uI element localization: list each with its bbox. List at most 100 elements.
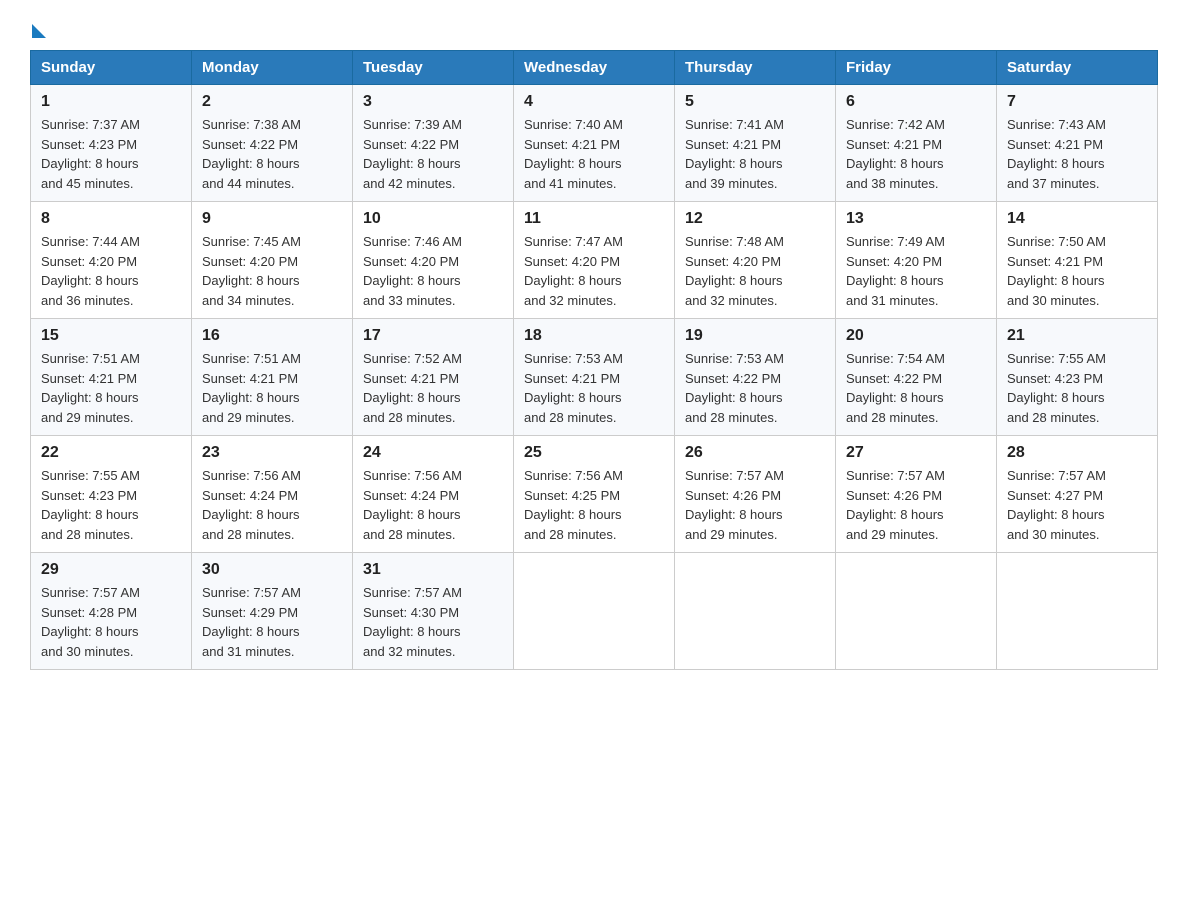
day-info: Sunrise: 7:45 AMSunset: 4:20 PMDaylight:… xyxy=(202,232,342,310)
day-info: Sunrise: 7:50 AMSunset: 4:21 PMDaylight:… xyxy=(1007,232,1147,310)
calendar-table: SundayMondayTuesdayWednesdayThursdayFrid… xyxy=(30,50,1158,670)
day-info: Sunrise: 7:51 AMSunset: 4:21 PMDaylight:… xyxy=(202,349,342,427)
calendar-cell: 5 Sunrise: 7:41 AMSunset: 4:21 PMDaylight… xyxy=(675,85,836,202)
calendar-cell xyxy=(514,553,675,670)
day-number: 15 xyxy=(41,327,181,345)
calendar-cell xyxy=(675,553,836,670)
day-number: 30 xyxy=(202,561,342,579)
day-info: Sunrise: 7:49 AMSunset: 4:20 PMDaylight:… xyxy=(846,232,986,310)
calendar-cell: 20Sunrise: 7:54 AMSunset: 4:22 PMDayligh… xyxy=(836,319,997,436)
day-number: 13 xyxy=(846,210,986,228)
day-info: Sunrise: 7:52 AMSunset: 4:21 PMDaylight:… xyxy=(363,349,503,427)
day-number: 8 xyxy=(41,210,181,228)
day-info: Sunrise: 7:47 AMSunset: 4:20 PMDaylight:… xyxy=(524,232,664,310)
day-number: 2 xyxy=(202,93,342,111)
day-number: 1 xyxy=(41,93,181,111)
calendar-cell: 17 Sunrise: 7:52 AMSunset: 4:21 PMDayligh… xyxy=(353,319,514,436)
calendar-cell: 4Sunrise: 7:40 AMSunset: 4:21 PMDaylight… xyxy=(514,85,675,202)
calendar-cell: 15 Sunrise: 7:51 AMSunset: 4:21 PMDayligh… xyxy=(31,319,192,436)
header-monday: Monday xyxy=(192,51,353,85)
day-info: Sunrise: 7:56 AMSunset: 4:24 PMDaylight:… xyxy=(363,466,503,544)
calendar-cell: 6 Sunrise: 7:42 AMSunset: 4:21 PMDaylight… xyxy=(836,85,997,202)
day-number: 26 xyxy=(685,444,825,462)
logo-triangle-icon xyxy=(32,24,46,38)
day-info: Sunrise: 7:42 AMSunset: 4:21 PMDaylight:… xyxy=(846,115,986,193)
day-info: Sunrise: 7:57 AMSunset: 4:29 PMDaylight:… xyxy=(202,583,342,661)
day-number: 27 xyxy=(846,444,986,462)
day-number: 14 xyxy=(1007,210,1147,228)
day-info: Sunrise: 7:57 AMSunset: 4:26 PMDaylight:… xyxy=(685,466,825,544)
day-number: 3 xyxy=(363,93,503,111)
header-friday: Friday xyxy=(836,51,997,85)
calendar-cell: 18 Sunrise: 7:53 AMSunset: 4:21 PMDayligh… xyxy=(514,319,675,436)
calendar-cell: 26 Sunrise: 7:57 AMSunset: 4:26 PMDayligh… xyxy=(675,436,836,553)
day-number: 21 xyxy=(1007,327,1147,345)
calendar-cell xyxy=(997,553,1158,670)
day-number: 19 xyxy=(685,327,825,345)
day-info: Sunrise: 7:48 AMSunset: 4:20 PMDaylight:… xyxy=(685,232,825,310)
calendar-cell: 27 Sunrise: 7:57 AMSunset: 4:26 PMDayligh… xyxy=(836,436,997,553)
day-info: Sunrise: 7:56 AMSunset: 4:24 PMDaylight:… xyxy=(202,466,342,544)
day-info: Sunrise: 7:38 AMSunset: 4:22 PMDaylight:… xyxy=(202,115,342,193)
calendar-week-row: 22 Sunrise: 7:55 AMSunset: 4:23 PMDayligh… xyxy=(31,436,1158,553)
day-number: 5 xyxy=(685,93,825,111)
calendar-cell: 25 Sunrise: 7:56 AMSunset: 4:25 PMDayligh… xyxy=(514,436,675,553)
calendar-cell: 11 Sunrise: 7:47 AMSunset: 4:20 PMDayligh… xyxy=(514,202,675,319)
header-tuesday: Tuesday xyxy=(353,51,514,85)
day-number: 25 xyxy=(524,444,664,462)
day-info: Sunrise: 7:55 AMSunset: 4:23 PMDaylight:… xyxy=(41,466,181,544)
day-number: 6 xyxy=(846,93,986,111)
day-number: 17 xyxy=(363,327,503,345)
day-info: Sunrise: 7:39 AMSunset: 4:22 PMDaylight:… xyxy=(363,115,503,193)
calendar-header-row: SundayMondayTuesdayWednesdayThursdayFrid… xyxy=(31,51,1158,85)
day-number: 11 xyxy=(524,210,664,228)
calendar-cell: 19Sunrise: 7:53 AMSunset: 4:22 PMDayligh… xyxy=(675,319,836,436)
calendar-cell: 13 Sunrise: 7:49 AMSunset: 4:20 PMDayligh… xyxy=(836,202,997,319)
logo xyxy=(30,20,46,34)
day-info: Sunrise: 7:51 AMSunset: 4:21 PMDaylight:… xyxy=(41,349,181,427)
day-number: 31 xyxy=(363,561,503,579)
day-number: 16 xyxy=(202,327,342,345)
calendar-cell: 16 Sunrise: 7:51 AMSunset: 4:21 PMDayligh… xyxy=(192,319,353,436)
calendar-cell: 23 Sunrise: 7:56 AMSunset: 4:24 PMDayligh… xyxy=(192,436,353,553)
day-number: 9 xyxy=(202,210,342,228)
calendar-cell: 7Sunrise: 7:43 AMSunset: 4:21 PMDaylight… xyxy=(997,85,1158,202)
day-number: 18 xyxy=(524,327,664,345)
calendar-cell: 1 Sunrise: 7:37 AMSunset: 4:23 PMDaylight… xyxy=(31,85,192,202)
day-info: Sunrise: 7:53 AMSunset: 4:21 PMDaylight:… xyxy=(524,349,664,427)
day-info: Sunrise: 7:37 AMSunset: 4:23 PMDaylight:… xyxy=(41,115,181,193)
calendar-cell: 14 Sunrise: 7:50 AMSunset: 4:21 PMDayligh… xyxy=(997,202,1158,319)
calendar-cell: 30 Sunrise: 7:57 AMSunset: 4:29 PMDayligh… xyxy=(192,553,353,670)
header-sunday: Sunday xyxy=(31,51,192,85)
day-info: Sunrise: 7:56 AMSunset: 4:25 PMDaylight:… xyxy=(524,466,664,544)
calendar-week-row: 29Sunrise: 7:57 AMSunset: 4:28 PMDayligh… xyxy=(31,553,1158,670)
day-info: Sunrise: 7:43 AMSunset: 4:21 PMDaylight:… xyxy=(1007,115,1147,193)
day-number: 24 xyxy=(363,444,503,462)
day-info: Sunrise: 7:57 AMSunset: 4:26 PMDaylight:… xyxy=(846,466,986,544)
day-info: Sunrise: 7:40 AMSunset: 4:21 PMDaylight:… xyxy=(524,115,664,193)
day-info: Sunrise: 7:57 AMSunset: 4:30 PMDaylight:… xyxy=(363,583,503,661)
calendar-cell: 24 Sunrise: 7:56 AMSunset: 4:24 PMDayligh… xyxy=(353,436,514,553)
calendar-cell: 2 Sunrise: 7:38 AMSunset: 4:22 PMDaylight… xyxy=(192,85,353,202)
day-info: Sunrise: 7:55 AMSunset: 4:23 PMDaylight:… xyxy=(1007,349,1147,427)
day-number: 12 xyxy=(685,210,825,228)
calendar-cell xyxy=(836,553,997,670)
page-header xyxy=(30,20,1158,34)
day-number: 23 xyxy=(202,444,342,462)
header-saturday: Saturday xyxy=(997,51,1158,85)
calendar-cell: 12 Sunrise: 7:48 AMSunset: 4:20 PMDayligh… xyxy=(675,202,836,319)
calendar-cell: 28Sunrise: 7:57 AMSunset: 4:27 PMDayligh… xyxy=(997,436,1158,553)
calendar-cell: 29Sunrise: 7:57 AMSunset: 4:28 PMDayligh… xyxy=(31,553,192,670)
calendar-cell: 31 Sunrise: 7:57 AMSunset: 4:30 PMDayligh… xyxy=(353,553,514,670)
calendar-week-row: 8 Sunrise: 7:44 AMSunset: 4:20 PMDaylight… xyxy=(31,202,1158,319)
header-thursday: Thursday xyxy=(675,51,836,85)
calendar-cell: 3 Sunrise: 7:39 AMSunset: 4:22 PMDaylight… xyxy=(353,85,514,202)
day-info: Sunrise: 7:41 AMSunset: 4:21 PMDaylight:… xyxy=(685,115,825,193)
day-info: Sunrise: 7:46 AMSunset: 4:20 PMDaylight:… xyxy=(363,232,503,310)
day-info: Sunrise: 7:57 AMSunset: 4:27 PMDaylight:… xyxy=(1007,466,1147,544)
day-info: Sunrise: 7:44 AMSunset: 4:20 PMDaylight:… xyxy=(41,232,181,310)
calendar-cell: 9 Sunrise: 7:45 AMSunset: 4:20 PMDaylight… xyxy=(192,202,353,319)
calendar-week-row: 15 Sunrise: 7:51 AMSunset: 4:21 PMDayligh… xyxy=(31,319,1158,436)
calendar-week-row: 1 Sunrise: 7:37 AMSunset: 4:23 PMDaylight… xyxy=(31,85,1158,202)
day-number: 22 xyxy=(41,444,181,462)
